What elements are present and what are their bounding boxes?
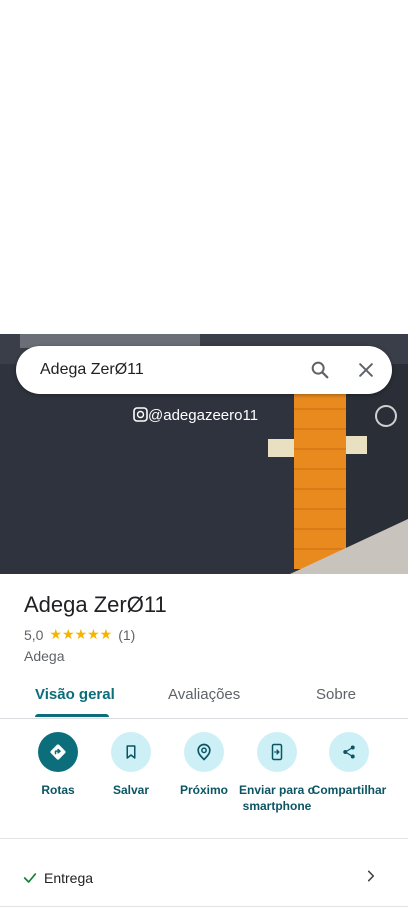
- rating-row[interactable]: 5,0 ★★★★★ (1): [24, 626, 135, 643]
- close-icon: [359, 363, 373, 377]
- tab-reviews[interactable]: Avaliações: [168, 686, 240, 703]
- photo-instagram-text: @adegazeero11: [148, 407, 258, 424]
- directions-icon: [50, 744, 66, 760]
- place-category: Adega: [24, 648, 65, 664]
- send-to-phone-label: Enviar para o smartphone: [238, 783, 316, 813]
- directions-button[interactable]: Rotas: [18, 732, 98, 798]
- tab-bar: Visão geral Avaliações Sobre: [0, 676, 408, 719]
- rating-stars: ★★★★★: [49, 626, 113, 642]
- search-button[interactable]: [300, 350, 340, 390]
- place-title: Adega ZerØ11: [24, 592, 167, 617]
- check-icon: [23, 873, 37, 883]
- bookmark-icon: [126, 745, 136, 759]
- chevron-right-icon: [367, 870, 375, 881]
- tab-about[interactable]: Sobre: [316, 686, 356, 703]
- send-to-phone-button[interactable]: Enviar para o smartphone: [237, 732, 317, 814]
- delivery-label: Entrega: [44, 870, 94, 886]
- save-label: Salvar: [112, 783, 150, 797]
- divider: [0, 838, 408, 839]
- divider: [0, 906, 408, 907]
- rating-value: 5,0: [24, 626, 44, 643]
- nearby-icon: [197, 743, 211, 761]
- nearby-button[interactable]: Próximo: [164, 732, 244, 798]
- share-button[interactable]: Compartilhar: [309, 732, 389, 798]
- tab-active-indicator: [35, 714, 109, 717]
- directions-label: Rotas: [41, 783, 75, 797]
- send-to-phone-icon: [271, 743, 283, 761]
- share-icon: [343, 745, 355, 759]
- delivery-row[interactable]: Entrega: [0, 860, 408, 896]
- close-button[interactable]: [346, 350, 386, 390]
- nearby-label: Próximo: [179, 783, 228, 797]
- search-icon: [311, 361, 329, 379]
- search-input[interactable]: Adega ZerØ11: [16, 361, 300, 379]
- review-count[interactable]: (1): [118, 627, 135, 643]
- tab-overview[interactable]: Visão geral: [35, 686, 115, 703]
- share-label: Compartilhar: [311, 783, 387, 797]
- action-bar: Rotas Salvar Próximo Enviar para o smart…: [0, 732, 408, 832]
- search-bar[interactable]: Adega ZerØ11: [16, 346, 392, 394]
- save-button[interactable]: Salvar: [91, 732, 171, 798]
